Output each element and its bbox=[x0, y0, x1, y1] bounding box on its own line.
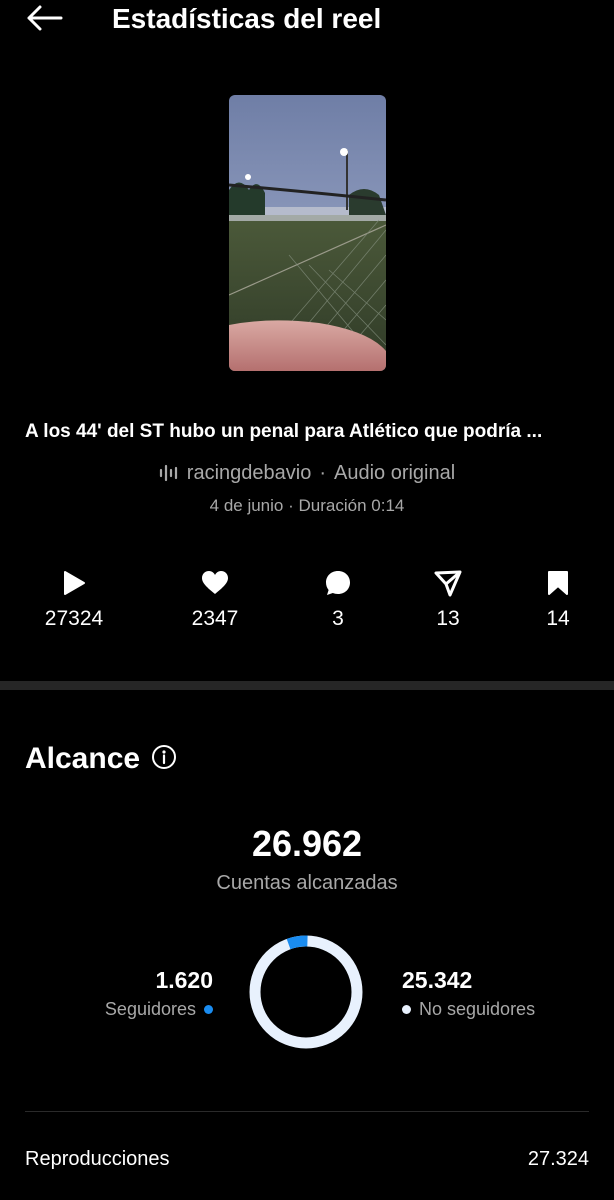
reel-date: 4 de junio bbox=[209, 496, 284, 515]
reel-thumbnail[interactable] bbox=[229, 95, 386, 371]
send-icon bbox=[434, 568, 462, 598]
comments-count: 3 bbox=[332, 607, 344, 630]
back-button[interactable] bbox=[22, 2, 66, 38]
non-followers-value: 25.342 bbox=[402, 967, 473, 993]
section-divider bbox=[0, 681, 614, 690]
non-followers-label: No seguidores bbox=[419, 999, 536, 1019]
meta-separator: · bbox=[288, 496, 294, 515]
audio-wave-icon bbox=[159, 464, 179, 482]
audio-account: racingdebavio bbox=[186, 462, 312, 484]
reel-meta: 4 de junio · Duración 0:14 bbox=[0, 495, 614, 517]
plays-row-value: 27.324 bbox=[527, 1148, 589, 1170]
followers-legend-dot bbox=[204, 1004, 213, 1014]
stat-saves[interactable]: 14 bbox=[508, 568, 608, 632]
non-followers-legend-dot bbox=[402, 1004, 411, 1014]
heart-icon bbox=[201, 568, 229, 598]
saves-count: 14 bbox=[546, 607, 570, 630]
play-icon bbox=[62, 568, 86, 598]
bookmark-icon bbox=[547, 568, 569, 598]
info-icon bbox=[151, 744, 177, 775]
accounts-reached-label: Cuentas alcanzadas bbox=[216, 872, 398, 894]
non-followers-stat: 25.342 No seguidores bbox=[402, 966, 602, 1020]
followers-stat: 1.620 Seguidores bbox=[60, 966, 213, 1020]
donut-followers-segment bbox=[249, 935, 363, 1049]
comment-icon bbox=[324, 568, 352, 598]
plays-row-label: Reproducciones bbox=[25, 1148, 170, 1170]
audio-name: Audio original bbox=[334, 462, 456, 484]
followers-label: Seguidores bbox=[104, 999, 196, 1019]
shares-count: 13 bbox=[436, 607, 460, 630]
stat-plays[interactable]: 27324 bbox=[24, 568, 124, 632]
reach-donut-chart bbox=[249, 935, 363, 1049]
plays-count: 27324 bbox=[44, 607, 104, 630]
stat-shares[interactable]: 13 bbox=[398, 568, 498, 632]
list-divider bbox=[25, 1111, 589, 1112]
page-title: Estadísticas del reel bbox=[112, 3, 382, 34]
arrow-left-icon bbox=[25, 4, 63, 37]
likes-count: 2347 bbox=[191, 607, 239, 630]
stat-likes[interactable]: 2347 bbox=[165, 568, 265, 632]
info-button[interactable] bbox=[150, 744, 178, 775]
donut-non-followers-segment bbox=[249, 935, 363, 1049]
stat-comments[interactable]: 3 bbox=[288, 568, 388, 632]
reel-caption: A los 44' del ST hubo un penal para Atlé… bbox=[25, 421, 543, 442]
reel-duration: Duración 0:14 bbox=[298, 496, 405, 515]
reach-title: Alcance bbox=[25, 742, 141, 775]
accounts-reached-value: 26.962 bbox=[251, 823, 363, 864]
audio-separator: · bbox=[319, 462, 326, 484]
audio-info[interactable]: racingdebavio · Audio original bbox=[0, 460, 614, 486]
followers-value: 1.620 bbox=[155, 967, 213, 993]
